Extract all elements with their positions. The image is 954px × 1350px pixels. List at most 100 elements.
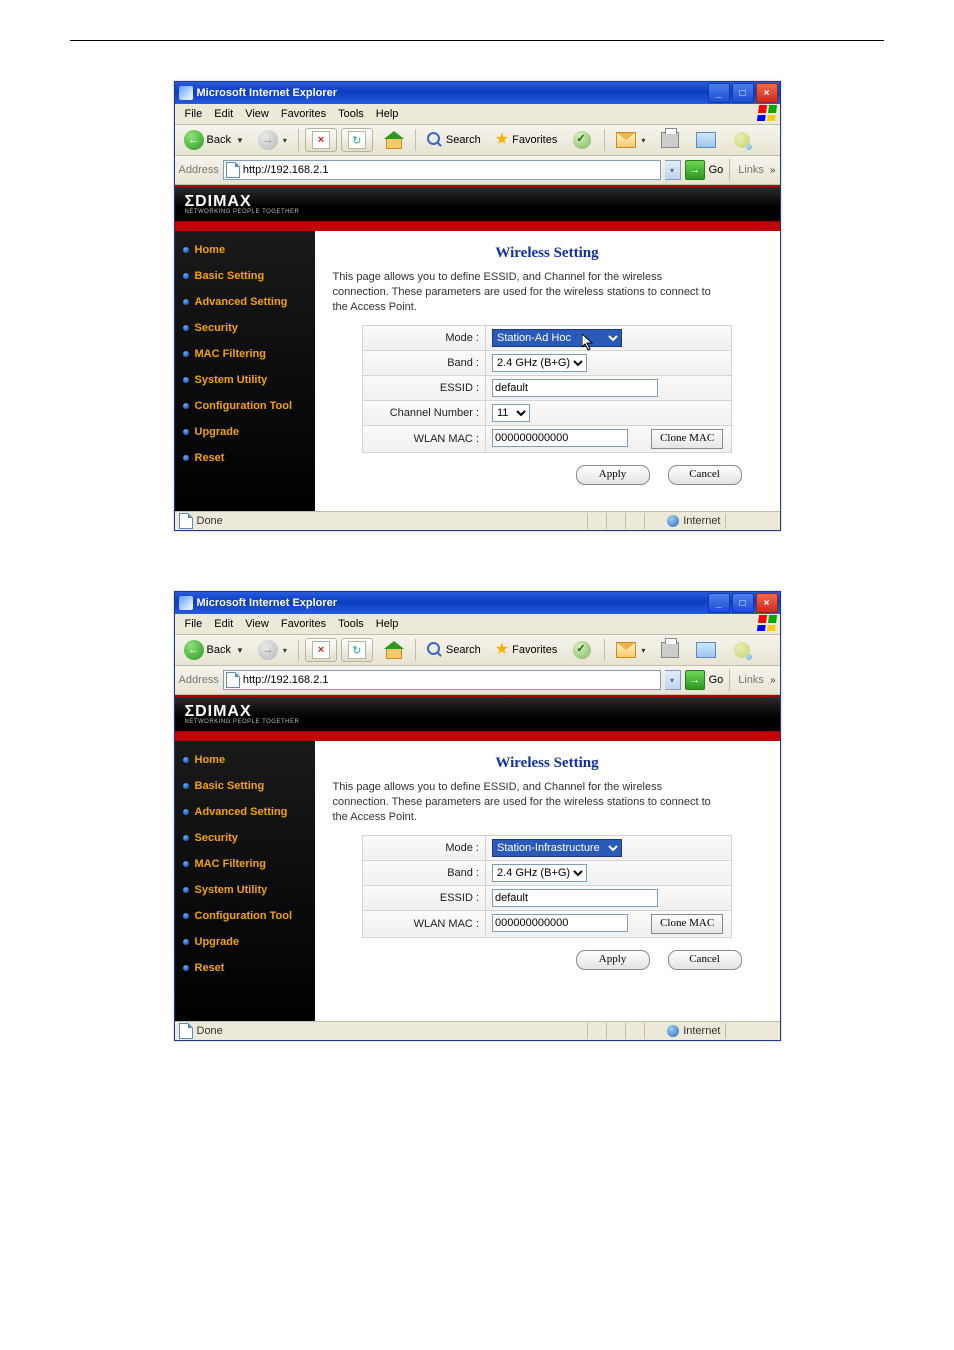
nav-reset[interactable]: Reset <box>175 445 315 471</box>
stop-button[interactable]: × <box>305 128 337 152</box>
minimize-button[interactable]: _ <box>708 593 730 613</box>
input-wlanmac[interactable] <box>492 429 628 447</box>
mail-button[interactable]: ▾ <box>611 128 650 152</box>
nav-basic-setting[interactable]: Basic Setting <box>175 263 315 289</box>
nav-upgrade[interactable]: Upgrade <box>175 929 315 955</box>
home-button[interactable] <box>377 638 409 662</box>
menu-edit[interactable]: Edit <box>208 106 239 122</box>
menu-view[interactable]: View <box>239 616 275 632</box>
forward-button[interactable]: →▾ <box>253 128 292 152</box>
edit-button[interactable] <box>690 128 722 152</box>
menu-favorites[interactable]: Favorites <box>275 616 332 632</box>
favorites-button[interactable]: ★Favorites <box>490 638 563 662</box>
status-bar: DoneInternet <box>175 1021 780 1040</box>
back-icon: ← <box>184 640 204 660</box>
minimize-button[interactable]: _ <box>708 83 730 103</box>
nav-security[interactable]: Security <box>175 825 315 851</box>
go-button[interactable]: → <box>685 670 705 690</box>
address-dropdown[interactable]: ▾ <box>665 160 681 180</box>
nav-advanced-setting[interactable]: Advanced Setting <box>175 799 315 825</box>
back-button[interactable]: ←Back▼ <box>179 128 249 152</box>
row-field <box>486 375 732 400</box>
search-button[interactable]: Search <box>422 128 486 152</box>
mail-button[interactable]: ▾ <box>611 638 650 662</box>
apply-button[interactable]: Apply <box>576 950 650 970</box>
forward-button[interactable]: →▾ <box>253 638 292 662</box>
menu-help[interactable]: Help <box>370 106 405 122</box>
nav-upgrade[interactable]: Upgrade <box>175 419 315 445</box>
address-bar: Addresshttp://192.168.2.1▾→GoLinks» <box>175 666 780 695</box>
select-channelnumber[interactable]: 11 <box>492 404 530 422</box>
nav-basic-setting[interactable]: Basic Setting <box>175 773 315 799</box>
home-button[interactable] <box>377 128 409 152</box>
nav-advanced-setting[interactable]: Advanced Setting <box>175 289 315 315</box>
row-label: ESSID : <box>363 885 486 910</box>
menu-edit[interactable]: Edit <box>208 616 239 632</box>
favorites-button[interactable]: ★Favorites <box>490 128 563 152</box>
input-essid[interactable] <box>492 379 658 397</box>
nav-mac-filtering[interactable]: MAC Filtering <box>175 341 315 367</box>
menu-file[interactable]: File <box>179 616 209 632</box>
titlebar[interactable]: Microsoft Internet Explorer_□× <box>175 82 780 104</box>
nav-configuration-tool[interactable]: Configuration Tool <box>175 903 315 929</box>
cancel-button[interactable]: Cancel <box>668 950 742 970</box>
address-input[interactable]: http://192.168.2.1 <box>223 160 661 180</box>
nav-configuration-tool[interactable]: Configuration Tool <box>175 393 315 419</box>
nav-system-utility[interactable]: System Utility <box>175 367 315 393</box>
nav-home[interactable]: Home <box>175 747 315 773</box>
history-button[interactable] <box>566 128 598 152</box>
cancel-button[interactable]: Cancel <box>668 465 742 485</box>
menu-tools[interactable]: Tools <box>332 616 370 632</box>
chevron-right-icon[interactable]: » <box>770 165 776 176</box>
menu-view[interactable]: View <box>239 106 275 122</box>
maximize-button[interactable]: □ <box>732 83 754 103</box>
refresh-button[interactable]: ↻ <box>341 128 373 152</box>
window-buttons: _□× <box>708 593 778 613</box>
edit-button[interactable] <box>690 638 722 662</box>
titlebar[interactable]: Microsoft Internet Explorer_□× <box>175 592 780 614</box>
close-button[interactable]: × <box>756 593 778 613</box>
stop-button[interactable]: × <box>305 638 337 662</box>
address-dropdown[interactable]: ▾ <box>665 670 681 690</box>
nav-home[interactable]: Home <box>175 237 315 263</box>
button-row: Apply Cancel <box>333 453 762 485</box>
chevron-right-icon[interactable]: » <box>770 675 776 686</box>
select-band[interactable]: 2.4 GHz (B+G) <box>492 864 587 882</box>
messenger-button[interactable] <box>726 638 758 662</box>
refresh-button[interactable]: ↻ <box>341 638 373 662</box>
nav-reset[interactable]: Reset <box>175 955 315 981</box>
select-band[interactable]: 2.4 GHz (B+G) <box>492 354 587 372</box>
links-label[interactable]: Links <box>736 164 766 176</box>
menu-help[interactable]: Help <box>370 616 405 632</box>
go-button[interactable]: → <box>685 160 705 180</box>
apply-button[interactable]: Apply <box>576 465 650 485</box>
address-input[interactable]: http://192.168.2.1 <box>223 670 661 690</box>
row-field: Clone MAC <box>486 910 732 937</box>
print-button[interactable] <box>654 128 686 152</box>
close-button[interactable]: × <box>756 83 778 103</box>
menu-tools[interactable]: Tools <box>332 106 370 122</box>
window-title: Microsoft Internet Explorer <box>197 597 708 609</box>
clone-mac-button[interactable]: Clone MAC <box>651 429 723 449</box>
history-button[interactable] <box>566 638 598 662</box>
zone-label: Internet <box>683 1025 720 1037</box>
forward-icon: → <box>258 640 278 660</box>
maximize-button[interactable]: □ <box>732 593 754 613</box>
print-button[interactable] <box>654 638 686 662</box>
messenger-button[interactable] <box>726 128 758 152</box>
nav-system-utility[interactable]: System Utility <box>175 877 315 903</box>
links-label[interactable]: Links <box>736 674 766 686</box>
menu-file[interactable]: File <box>179 106 209 122</box>
select-mode[interactable]: Station-Infrastructure <box>492 839 622 857</box>
back-button[interactable]: ←Back▼ <box>179 638 249 662</box>
input-essid[interactable] <box>492 889 658 907</box>
select-mode[interactable]: Station-Ad Hoc <box>492 329 622 347</box>
search-icon <box>427 642 443 658</box>
row-label: Band : <box>363 860 486 885</box>
nav-mac-filtering[interactable]: MAC Filtering <box>175 851 315 877</box>
input-wlanmac[interactable] <box>492 914 628 932</box>
nav-security[interactable]: Security <box>175 315 315 341</box>
clone-mac-button[interactable]: Clone MAC <box>651 914 723 934</box>
menu-favorites[interactable]: Favorites <box>275 106 332 122</box>
search-button[interactable]: Search <box>422 638 486 662</box>
